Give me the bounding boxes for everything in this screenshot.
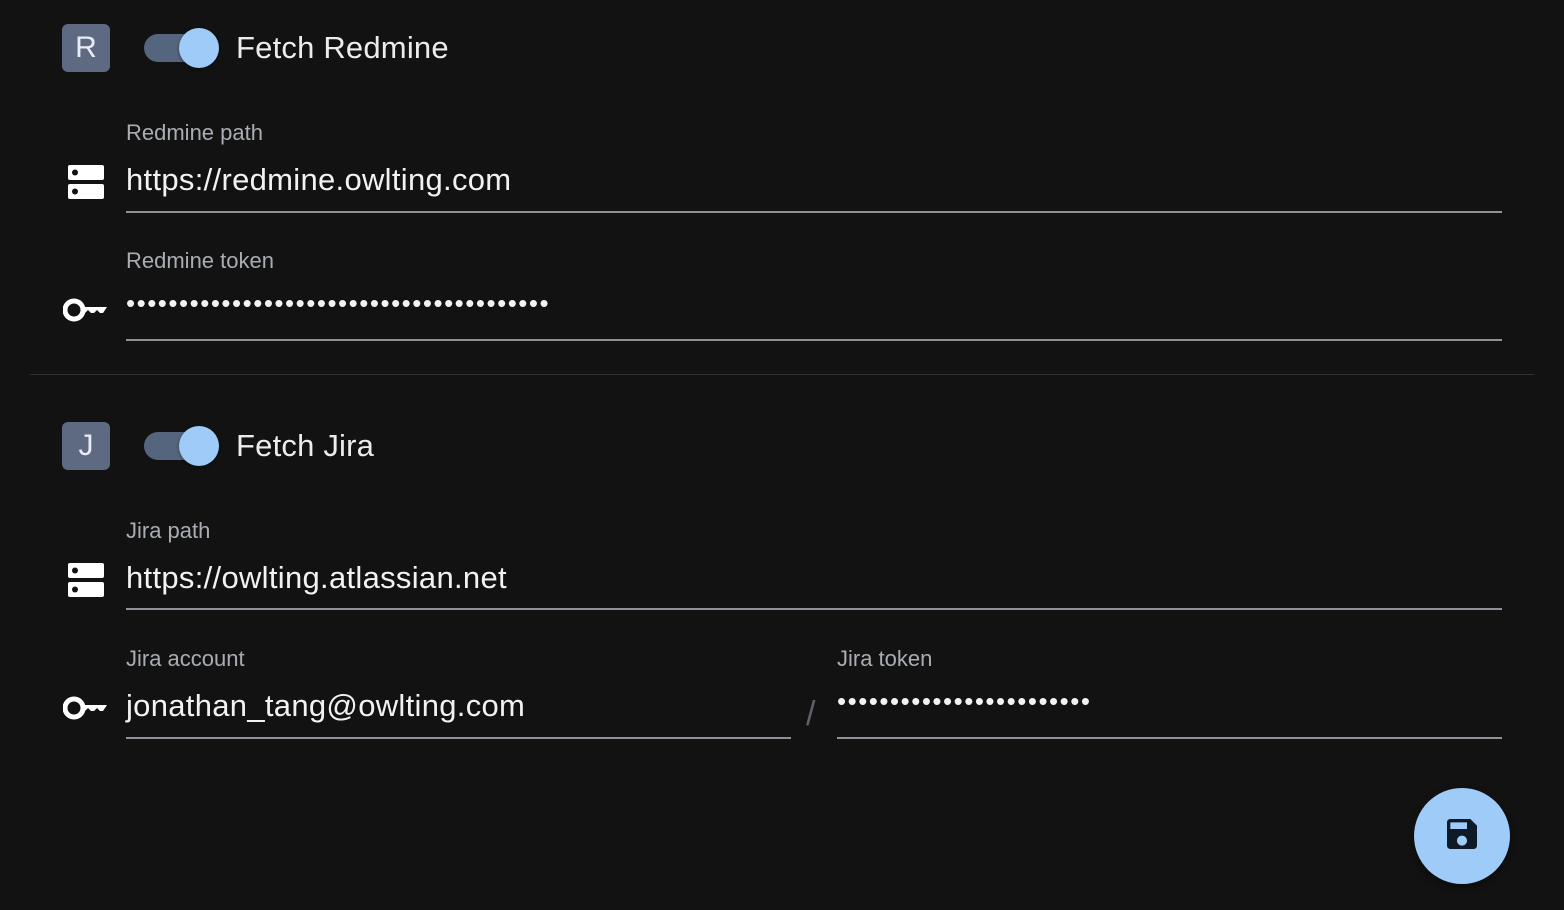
jira-account-field[interactable]: Jira account jonathan_tang@owlting.com [126, 646, 791, 741]
jira-section-header: J Fetch Jira [62, 422, 374, 470]
jira-path-input[interactable]: https://owlting.atlassian.net [126, 560, 507, 596]
fetch-redmine-toggle[interactable] [144, 24, 220, 72]
jira-avatar: J [62, 422, 110, 470]
redmine-token-field[interactable]: Redmine token ••••••••••••••••••••••••••… [126, 248, 1502, 343]
redmine-avatar-letter: R [75, 31, 97, 64]
jira-path-underline [126, 608, 1502, 610]
fetch-jira-title: Fetch Jira [236, 428, 375, 463]
redmine-token-underline [126, 339, 1502, 341]
redmine-token-label: Redmine token [126, 248, 274, 273]
jira-token-underline [837, 737, 1502, 739]
jira-account-label: Jira account [126, 646, 245, 671]
fetch-redmine-title: Fetch Redmine [236, 30, 449, 65]
settings-page: R Fetch Redmine Redmine path https://red… [0, 0, 1564, 910]
save-button[interactable] [1414, 788, 1510, 884]
jira-avatar-letter: J [78, 429, 94, 462]
key-icon [62, 688, 110, 728]
toggle-thumb [179, 28, 219, 68]
save-icon [1442, 814, 1482, 859]
redmine-path-input[interactable]: https://redmine.owlting.com [126, 162, 511, 198]
redmine-avatar: R [62, 24, 110, 72]
jira-path-label: Jira path [126, 518, 211, 543]
jira-token-input[interactable]: •••••••••••••••••••••••• [837, 686, 1091, 717]
redmine-token-input[interactable]: •••••••••••••••••••••••••••••••••••••••• [126, 288, 550, 319]
redmine-section-header: R Fetch Redmine [62, 24, 449, 72]
jira-account-input[interactable]: jonathan_tang@owlting.com [126, 688, 525, 724]
fetch-jira-toggle[interactable] [144, 422, 220, 470]
jira-token-label: Jira token [837, 646, 933, 671]
redmine-path-field[interactable]: Redmine path https://redmine.owlting.com [126, 120, 1502, 215]
jira-account-underline [126, 737, 791, 739]
jira-token-field[interactable]: Jira token •••••••••••••••••••••••• [837, 646, 1502, 741]
redmine-path-underline [126, 211, 1502, 213]
redmine-path-label: Redmine path [126, 120, 263, 145]
key-icon [62, 290, 110, 330]
section-divider [30, 374, 1534, 375]
jira-path-field[interactable]: Jira path https://owlting.atlassian.net [126, 518, 1502, 613]
toggle-thumb [179, 426, 219, 466]
server-icon [62, 560, 110, 600]
server-icon [62, 162, 110, 202]
account-token-separator: / [806, 695, 816, 733]
